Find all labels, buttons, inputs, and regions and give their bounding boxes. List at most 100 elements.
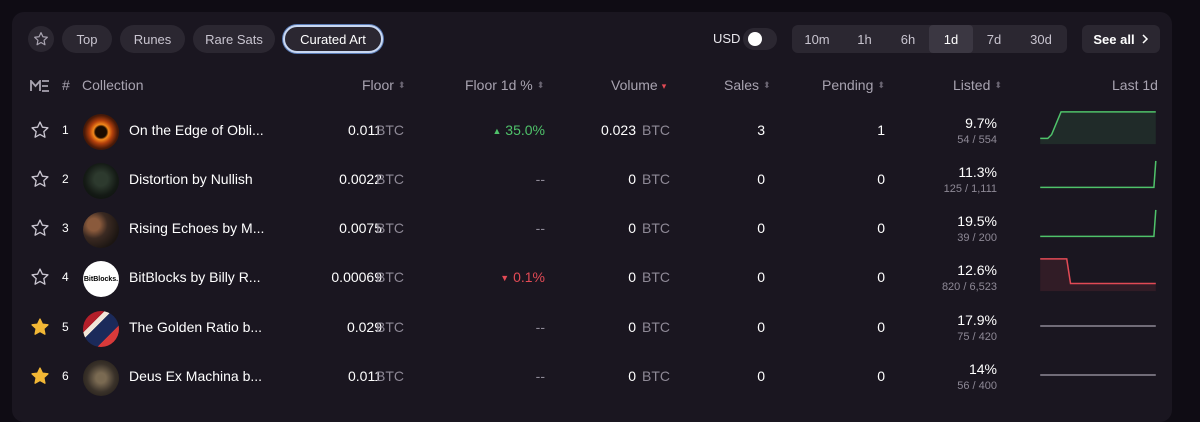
sparkline-line — [1040, 160, 1157, 189]
volume-value: 0 — [628, 269, 636, 285]
floor-change: -- — [536, 171, 545, 187]
timeframe-7d[interactable]: 7d — [973, 25, 1015, 53]
floor-value: 0.00069 — [331, 269, 382, 285]
listed-count: 75 / 420 — [957, 331, 997, 343]
collection-thumbnail[interactable] — [83, 311, 119, 347]
volume-unit: BTC — [642, 122, 670, 138]
table-row[interactable]: 5 The Golden Ratio b... 0.029 BTC -- 0 B… — [12, 305, 1172, 354]
sparkline-chart — [1040, 160, 1157, 189]
collection-thumbnail[interactable] — [83, 114, 119, 150]
floor-change: -- — [536, 319, 545, 335]
volume-value: 0 — [628, 220, 636, 236]
sparkline-chart — [1040, 111, 1156, 145]
sparkline-line — [1040, 209, 1157, 238]
favorite-star-icon[interactable] — [30, 169, 50, 189]
header-floor-change[interactable]: Floor 1d % ⬍ — [465, 77, 544, 93]
row-rank: 4 — [62, 270, 69, 284]
collection-name-link[interactable]: Distortion by Nullish — [129, 171, 253, 187]
tab-curated-art[interactable]: Curated Art — [283, 25, 383, 53]
listed-count: 54 / 554 — [957, 134, 997, 146]
sort-icon: ⬍ — [397, 80, 406, 90]
collection-name-link[interactable]: Deus Ex Machina b... — [129, 368, 262, 384]
sort-icon: ⬍ — [763, 80, 771, 90]
favorite-star-icon[interactable] — [30, 120, 50, 140]
table-row[interactable]: 4 BitBlocks. BitBlocks by Billy R... 0.0… — [12, 255, 1172, 304]
row-rank: 5 — [62, 320, 69, 334]
collection-thumbnail[interactable] — [83, 212, 119, 248]
bitblocks-logo-text: BitBlocks. — [83, 261, 119, 297]
collection-thumbnail[interactable]: BitBlocks. — [83, 261, 119, 297]
listed-percent: 11.3% — [958, 164, 997, 180]
favorite-star-icon[interactable] — [30, 218, 50, 238]
timeframe-selector: 10m 1h 6h 1d 7d 30d — [792, 25, 1067, 53]
tab-top[interactable]: Top — [62, 25, 112, 53]
collection-thumbnail[interactable] — [83, 163, 119, 199]
row-rank: 3 — [62, 221, 69, 235]
currency-toggle[interactable] — [743, 28, 777, 50]
sort-desc-icon: ▾ — [661, 81, 667, 91]
table-row[interactable]: 2 Distortion by Nullish 0.0022 BTC -- 0 … — [12, 157, 1172, 206]
header-sales[interactable]: Sales ⬍ — [724, 77, 771, 93]
collection-name-link[interactable]: BitBlocks by Billy R... — [129, 269, 260, 285]
sales-value: 0 — [757, 368, 765, 384]
header-listed[interactable]: Listed ⬍ — [953, 77, 1002, 93]
toggle-knob — [748, 32, 762, 46]
see-all-button[interactable]: See all — [1082, 25, 1160, 53]
table-row[interactable]: 6 Deus Ex Machina b... 0.011 BTC -- 0 BT… — [12, 354, 1172, 403]
header-sales-label: Sales — [724, 77, 760, 93]
favorite-star-icon[interactable] — [30, 317, 50, 337]
collection-thumbnail[interactable] — [83, 360, 119, 396]
collection-name-link[interactable]: On the Edge of Obli... — [129, 122, 264, 138]
sort-icon: ⬍ — [536, 80, 545, 90]
sparkline-chart — [1040, 258, 1156, 292]
floor-unit: BTC — [376, 122, 404, 138]
see-all-label: See all — [1093, 31, 1135, 47]
row-rank: 6 — [62, 369, 69, 383]
tab-runes[interactable]: Runes — [120, 25, 185, 53]
sales-value: 0 — [757, 269, 765, 285]
favorites-filter-button[interactable] — [28, 26, 54, 52]
sales-value: 0 — [757, 171, 765, 187]
header-pending[interactable]: Pending ⬍ — [822, 77, 885, 93]
favorite-star-icon[interactable] — [30, 366, 50, 386]
timeframe-1h[interactable]: 1h — [842, 25, 887, 53]
volume-value: 0.023 — [600, 122, 636, 138]
pending-value: 0 — [877, 171, 885, 187]
chevron-right-icon — [1142, 34, 1148, 44]
floor-change-value: 0.1% — [513, 269, 545, 285]
header-volume[interactable]: Volume ▾ — [611, 77, 666, 93]
header-listed-label: Listed — [953, 77, 991, 93]
floor-change: ▼ 0.1% — [500, 269, 545, 285]
table-row[interactable]: 1 On the Edge of Obli... 0.011 BTC ▲ 35.… — [12, 108, 1172, 157]
volume-unit: BTC — [642, 171, 670, 187]
favorite-star-icon[interactable] — [30, 267, 50, 287]
header-collection[interactable]: Collection — [82, 77, 143, 93]
floor-unit: BTC — [376, 319, 404, 335]
floor-change: -- — [536, 220, 545, 236]
star-outline-icon — [34, 32, 48, 46]
floor-change: -- — [536, 368, 545, 384]
volume-value: 0 — [628, 171, 636, 187]
floor-change-value: 35.0% — [505, 122, 545, 138]
listed-percent: 9.7% — [965, 115, 997, 131]
floor-change-value: -- — [535, 220, 545, 236]
floor-unit: BTC — [376, 220, 404, 236]
timeframe-30d[interactable]: 30d — [1015, 25, 1067, 53]
timeframe-6h[interactable]: 6h — [887, 25, 929, 53]
tab-rare-sats[interactable]: Rare Sats — [193, 25, 275, 53]
table-row[interactable]: 3 Rising Echoes by M... 0.0075 BTC -- 0 … — [12, 206, 1172, 255]
listed-count: 39 / 200 — [957, 232, 997, 244]
floor-unit: BTC — [376, 171, 404, 187]
listed-count: 125 / 1,111 — [943, 183, 997, 195]
volume-value: 0 — [628, 368, 636, 384]
row-rank: 1 — [62, 123, 69, 137]
collection-name-link[interactable]: Rising Echoes by M... — [129, 220, 264, 236]
sales-value: 0 — [757, 319, 765, 335]
sparkline-area — [1040, 111, 1156, 145]
header-pending-label: Pending — [822, 77, 874, 93]
timeframe-1d[interactable]: 1d — [929, 25, 973, 53]
collection-name-link[interactable]: The Golden Ratio b... — [129, 319, 262, 335]
pending-value: 0 — [877, 269, 885, 285]
timeframe-10m[interactable]: 10m — [792, 25, 842, 53]
header-floor[interactable]: Floor ⬍ — [362, 77, 405, 93]
